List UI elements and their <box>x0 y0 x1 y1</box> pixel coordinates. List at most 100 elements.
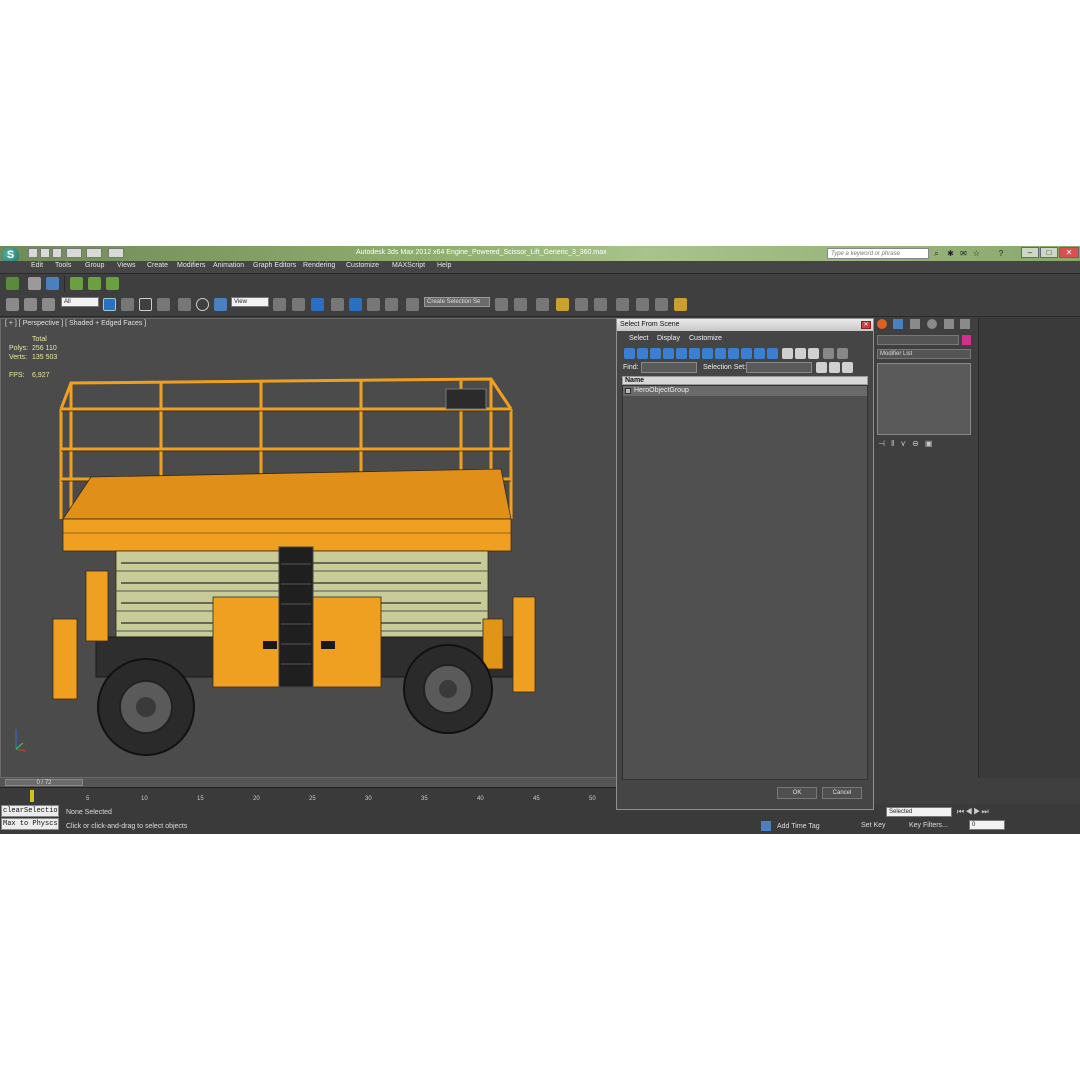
time-slider[interactable]: 0 / 72 <box>5 779 83 786</box>
link-icon[interactable] <box>6 298 19 311</box>
key-mode-dropdown[interactable]: Selected <box>886 807 952 817</box>
render-production-icon[interactable] <box>674 298 687 311</box>
menu-animation[interactable]: Animation <box>213 262 244 269</box>
rectangular-selection-icon[interactable] <box>139 298 152 311</box>
select-manipulate-icon[interactable] <box>292 298 305 311</box>
menu-modifiers[interactable]: Modifiers <box>177 262 205 269</box>
pivot-center-icon[interactable] <box>273 298 286 311</box>
sync-selection-icon[interactable] <box>837 348 848 359</box>
display-invert-icon[interactable] <box>808 348 819 359</box>
binoculars-icon[interactable]: ⌕ <box>932 249 941 258</box>
menu-maxscript[interactable]: MAXScript <box>392 262 425 269</box>
filter-geometry-icon[interactable] <box>624 348 635 359</box>
reference-coordinate-dropdown[interactable]: View <box>231 297 269 307</box>
set-key-button[interactable]: Set Key <box>861 822 886 829</box>
current-frame-field[interactable]: 0 <box>969 820 1005 830</box>
find-input[interactable] <box>641 362 697 373</box>
display-all-icon[interactable] <box>782 348 793 359</box>
percent-snap-icon[interactable] <box>106 277 119 290</box>
menu-edit[interactable]: Edit <box>31 262 43 269</box>
rotate-icon[interactable] <box>196 298 209 311</box>
scene-explorer-icon[interactable] <box>28 277 41 290</box>
cancel-button[interactable]: Cancel <box>822 787 862 799</box>
filter-shapes-icon[interactable] <box>637 348 648 359</box>
percent-snap-toggle-icon[interactable] <box>367 298 380 311</box>
help-icon[interactable]: ? <box>993 249 1009 258</box>
modify-tab-icon[interactable] <box>893 319 903 329</box>
open-file-icon[interactable] <box>40 248 50 258</box>
save-file-icon[interactable] <box>52 248 62 258</box>
filter-frozen-icon[interactable] <box>754 348 765 359</box>
edit-named-selection-icon[interactable] <box>406 298 419 311</box>
angle-snap-icon[interactable] <box>88 277 101 290</box>
dialog-menu-display[interactable]: Display <box>657 335 680 342</box>
motion-tab-icon[interactable] <box>927 319 937 329</box>
graphite-tools-icon[interactable] <box>556 298 569 311</box>
search-input[interactable]: Type a keyword or phrase <box>827 248 929 259</box>
container-icon[interactable] <box>6 277 19 290</box>
create-tab-icon[interactable] <box>877 319 887 329</box>
subscription-icon[interactable]: ✱ <box>946 249 955 258</box>
move-icon[interactable] <box>178 298 191 311</box>
maxscript-listener-line-1[interactable]: clearSelectio <box>1 805 59 817</box>
dialog-menu-select[interactable]: Select <box>629 335 648 342</box>
menu-views[interactable]: Views <box>117 262 136 269</box>
select-by-name-icon[interactable] <box>121 298 134 311</box>
perspective-viewport[interactable]: [ + ] [ Perspective ] [ Shaded + Edged F… <box>0 318 617 778</box>
utilities-tab-icon[interactable] <box>960 319 970 329</box>
snaps-toggle-icon[interactable] <box>331 298 344 311</box>
project-folder-icon[interactable] <box>108 248 124 258</box>
new-file-icon[interactable] <box>28 248 38 258</box>
render-setup-icon[interactable] <box>636 298 649 311</box>
material-editor-icon[interactable] <box>616 298 629 311</box>
create-selection-set-icon[interactable] <box>816 362 827 373</box>
window-crossing-icon[interactable] <box>157 298 170 311</box>
key-filters-button[interactable]: Key Filters... <box>909 822 948 829</box>
layer-manager-toolbar-icon[interactable] <box>536 298 549 311</box>
filter-groups-icon[interactable] <box>702 348 713 359</box>
add-time-tag[interactable]: Add Time Tag <box>777 823 820 830</box>
selection-filter-dropdown[interactable]: All <box>61 297 99 307</box>
spinner-snap-icon[interactable] <box>385 298 398 311</box>
filter-hidden-icon[interactable] <box>767 348 778 359</box>
dialog-close-button[interactable]: ✕ <box>861 321 871 329</box>
schematic-view-icon[interactable] <box>594 298 607 311</box>
bind-space-warp-icon[interactable] <box>42 298 55 311</box>
maximize-button[interactable]: □ <box>1040 247 1058 258</box>
rendered-frame-window-icon[interactable] <box>655 298 668 311</box>
remove-selection-set-icon[interactable] <box>829 362 840 373</box>
hierarchy-tab-icon[interactable] <box>910 319 920 329</box>
maxscript-listener-line-2[interactable]: Max to Physcs <box>1 818 59 830</box>
mirror-icon[interactable] <box>495 298 508 311</box>
unlink-icon[interactable] <box>24 298 37 311</box>
scissor-lift-model[interactable] <box>1 319 616 777</box>
snap-toggle-icon[interactable] <box>70 277 83 290</box>
display-none-icon[interactable] <box>795 348 806 359</box>
minimize-button[interactable]: – <box>1021 247 1039 258</box>
modifier-list-dropdown[interactable]: Modifier List <box>877 349 971 359</box>
time-tag-icon[interactable] <box>761 821 771 831</box>
display-tab-icon[interactable] <box>944 319 954 329</box>
viewport-navigation-controls[interactable] <box>1020 807 1078 831</box>
edit-selection-set-icon[interactable] <box>842 362 853 373</box>
angle-snap-toggle-icon[interactable] <box>349 298 362 311</box>
object-color-swatch[interactable] <box>962 335 971 345</box>
menu-customize[interactable]: Customize <box>346 262 379 269</box>
filter-bones-icon[interactable] <box>728 348 739 359</box>
dialog-menu-customize[interactable]: Customize <box>689 335 722 342</box>
object-name-field[interactable] <box>877 335 959 345</box>
ok-button[interactable]: OK <box>777 787 817 799</box>
menu-rendering[interactable]: Rendering <box>303 262 335 269</box>
filter-space-warps-icon[interactable] <box>689 348 700 359</box>
filter-xrefs-icon[interactable] <box>715 348 726 359</box>
communication-icon[interactable]: ✉ <box>959 249 968 258</box>
favorites-icon[interactable]: ☆ <box>972 249 981 258</box>
layer-manager-icon[interactable] <box>46 277 59 290</box>
column-name-header[interactable]: Name <box>625 377 644 384</box>
close-button[interactable]: ✕ <box>1059 247 1079 258</box>
named-selection-set-dropdown[interactable]: Create Selection Se <box>424 297 490 307</box>
scale-icon[interactable] <box>214 298 227 311</box>
filter-lights-icon[interactable] <box>650 348 661 359</box>
select-object-icon[interactable] <box>103 298 116 311</box>
modifier-stack[interactable] <box>877 363 971 435</box>
